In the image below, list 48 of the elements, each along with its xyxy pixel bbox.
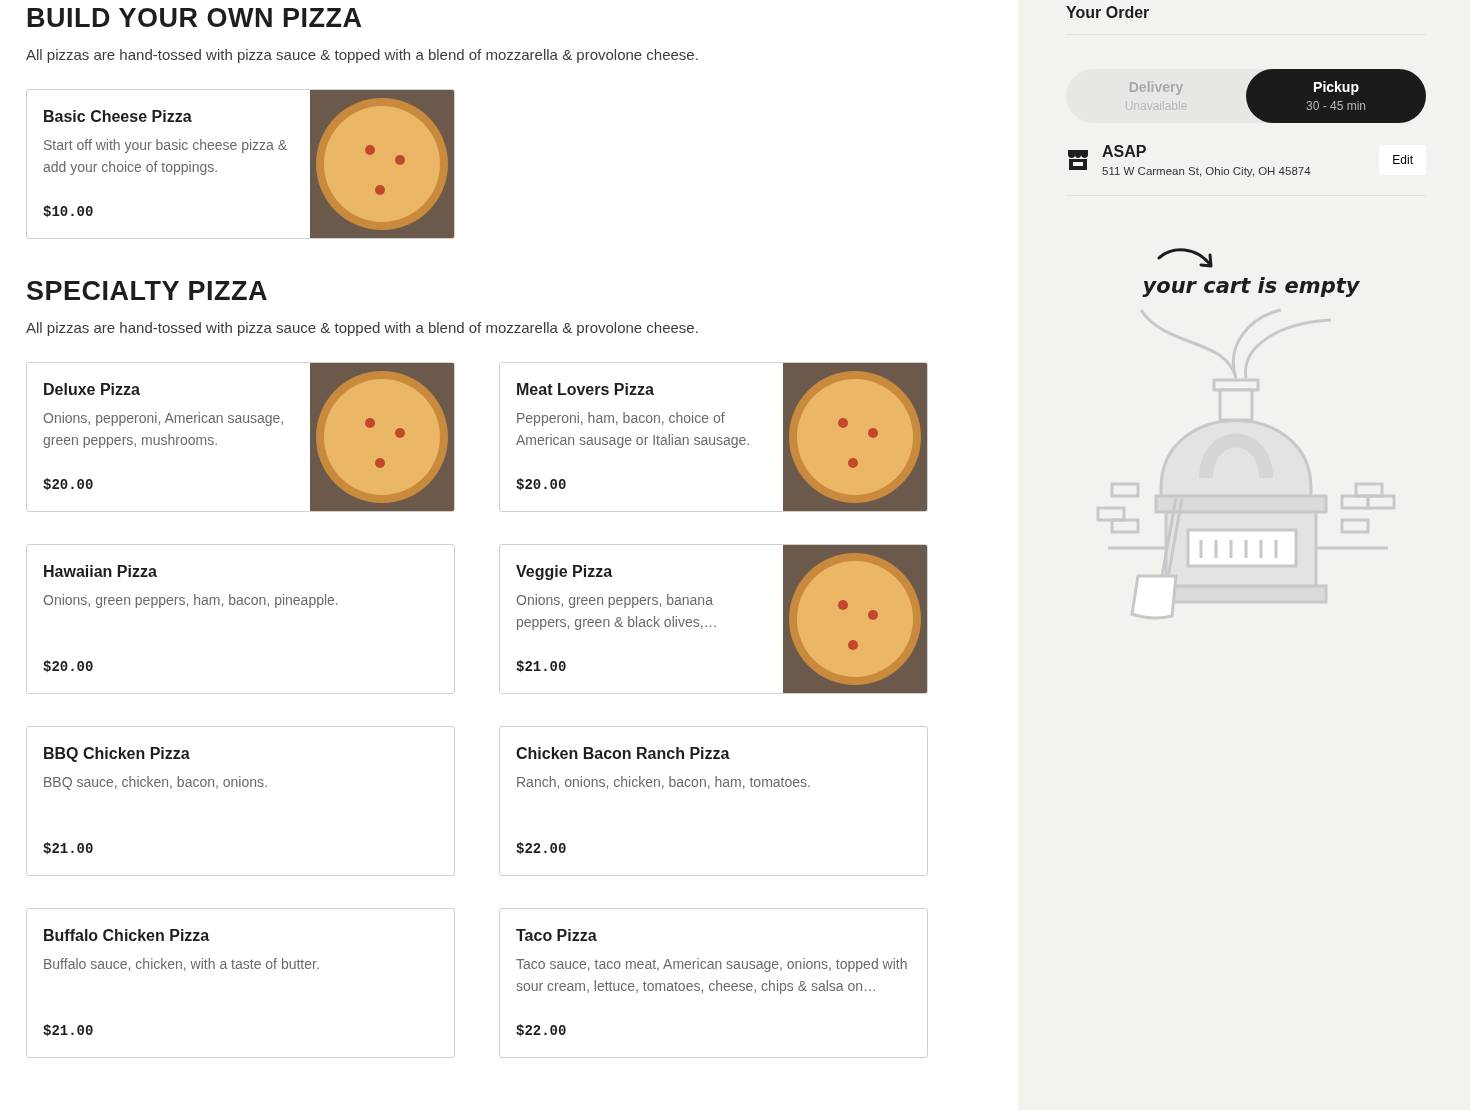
item-name: Chicken Bacon Ranch Pizza	[516, 745, 731, 763]
empty-cart-message: your cart is empty	[1142, 274, 1360, 298]
item-price: $10.00	[43, 204, 95, 220]
store-icon	[1066, 148, 1090, 172]
item-description: Ranch, onions, chicken, bacon, ham, tomatoes.	[516, 773, 812, 792]
order-title: Your Order	[1066, 0, 1426, 35]
section-heading: BUILD YOUR OWN PIZZA	[26, 2, 364, 34]
item-name: Basic Cheese Pizza	[43, 108, 193, 126]
menu-item-card[interactable]: Buffalo Chicken Pizza Buffalo sauce, chicken, with a taste of butter. $21.00	[26, 908, 455, 1058]
edit-button[interactable]: Edit	[1379, 145, 1426, 175]
item-name: BBQ Chicken Pizza	[43, 745, 191, 763]
item-price: $22.00	[516, 1023, 568, 1039]
menu-item-card[interactable]: Meat Lovers Pizza Pepperoni, ham, bacon, choice of American sausage or Italian sausage. $20.00	[499, 362, 928, 512]
pickup-address: 511 W Carmean St, Ohio City, OH 45874	[1102, 165, 1312, 177]
item-description: Pepperoni, ham, bacon, choice of American sausage or Italian sausage.	[516, 409, 752, 450]
item-price: $21.00	[516, 659, 568, 675]
menu-item-card[interactable]: Deluxe Pizza Onions, pepperoni, American sausage, green peppers, mushrooms. $20.00	[26, 362, 455, 512]
menu-item-card[interactable]: BBQ Chicken Pizza BBQ sauce, chicken, bacon, onions. $21.00	[26, 726, 455, 876]
section-heading: SPECIALTY PIZZA	[26, 275, 270, 307]
item-name: Taco Pizza	[516, 927, 598, 945]
item-price: $20.00	[516, 477, 568, 493]
menu-item-card[interactable]: Basic Cheese Pizza Start off with your basic cheese pizza & add your choice of toppings. $10.00	[26, 89, 455, 239]
item-price: $20.00	[43, 659, 95, 675]
pickup-time: ASAP	[1102, 143, 1148, 161]
curved-arrow-icon	[1157, 246, 1215, 270]
item-price: $21.00	[43, 1023, 95, 1039]
menu-item-card[interactable]: Chicken Bacon Ranch Pizza Ranch, onions, chicken, bacon, ham, tomatoes. $22.00	[499, 726, 928, 876]
menu-item-card[interactable]: Veggie Pizza Onions, green peppers, banana peppers, green & black olives,… $21.00	[499, 544, 928, 694]
item-name: Veggie Pizza	[516, 563, 614, 581]
item-price: $21.00	[43, 841, 95, 857]
menu-item-card[interactable]: Hawaiian Pizza Onions, green peppers, ham, bacon, pineapple. $20.00	[26, 544, 455, 694]
item-name: Hawaiian Pizza	[43, 563, 158, 581]
section-description: All pizzas are hand-tossed with pizza sauce & topped with a blend of mozzarella & provolone cheese.	[26, 46, 700, 63]
item-description: Onions, pepperoni, American sausage, green peppers, mushrooms.	[43, 409, 286, 450]
item-description: Onions, green peppers, banana peppers, green & black olives,…	[516, 591, 719, 632]
item-description: BBQ sauce, chicken, bacon, onions.	[43, 773, 269, 792]
item-price: $22.00	[516, 841, 568, 857]
item-description: Taco sauce, taco meat, American sausage, onions, topped with sour cream, lettuce, tomatoes, cheese, chips & salsa on…	[516, 955, 909, 996]
item-description: Onions, green peppers, ham, bacon, pineapple.	[43, 591, 340, 610]
item-name: Buffalo Chicken Pizza	[43, 927, 211, 945]
item-description: Start off with your basic cheese pizza & add your choice of toppings.	[43, 136, 289, 177]
section-description: All pizzas are hand-tossed with pizza sauce & topped with a blend of mozzarella & provolone cheese.	[26, 319, 700, 336]
fulfillment-option[interactable]: Pickup 30 - 45 min	[1246, 69, 1426, 123]
item-name: Deluxe Pizza	[43, 381, 141, 399]
item-name: Meat Lovers Pizza	[516, 381, 655, 399]
item-description: Buffalo sauce, chicken, with a taste of butter.	[43, 955, 321, 974]
item-price: $20.00	[43, 477, 95, 493]
menu-item-card[interactable]: Taco Pizza Taco sauce, taco meat, American sausage, onions, topped with sour cream, lettuce, tomatoes, cheese, chips & salsa on… $22.00	[499, 908, 928, 1058]
